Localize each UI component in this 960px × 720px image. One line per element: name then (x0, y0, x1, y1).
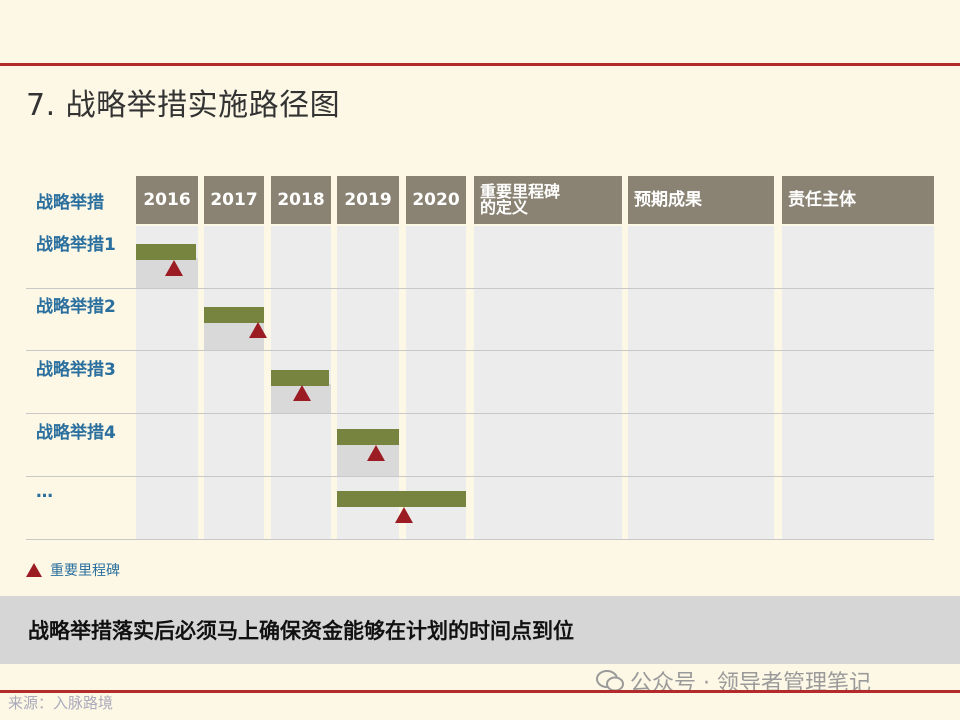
row-label-initiative-1: 战略举措1 (36, 235, 116, 255)
header-milestone-line2: 的定义 (480, 198, 529, 217)
header-owner: 责任主体 (782, 176, 934, 224)
wechat-icon (596, 670, 624, 692)
milestone-triangle-icon (165, 260, 183, 276)
conclusion-text: 战略举措落实后必须马上确保资金能够在计划的时间点到位 (28, 619, 574, 643)
milestone-triangle-icon (249, 322, 267, 338)
timeline-bar-initiative-1 (136, 244, 196, 260)
header-initiatives: 战略举措 (36, 192, 104, 213)
row-divider (26, 350, 934, 351)
row-label-initiative-2: 战略举措2 (36, 297, 116, 317)
roadmap-table: 战略举措 2016 2017 2018 2019 2020 重要里程碑 的定义 … (0, 0, 960, 560)
bottom-rule (0, 690, 960, 693)
timeline-bar-more (337, 491, 466, 507)
row-divider (26, 539, 934, 540)
header-milestone-definition: 重要里程碑 的定义 (474, 176, 622, 224)
row-divider (26, 476, 934, 477)
column-expected-results (628, 226, 774, 540)
legend-label: 重要里程碑 (50, 563, 120, 579)
milestone-triangle-icon (395, 507, 413, 523)
row-divider (26, 288, 934, 289)
source-footer: 来源：入脉路境 (8, 694, 114, 712)
header-year-2019: 2019 (337, 176, 399, 224)
timeline-bar-initiative-4 (337, 429, 399, 445)
timeline-bar-initiative-2 (204, 307, 264, 323)
header-year-2018: 2018 (271, 176, 331, 224)
legend: 重要里程碑 (26, 560, 120, 580)
row-label-initiative-3: 战略举措3 (36, 360, 116, 380)
column-milestone-definition (474, 226, 622, 540)
header-year-2017: 2017 (204, 176, 264, 224)
row-divider (26, 413, 934, 414)
milestone-legend-icon (26, 563, 42, 577)
header-year-2016: 2016 (136, 176, 198, 224)
header-expected-results: 预期成果 (628, 176, 774, 224)
milestone-triangle-icon (367, 445, 385, 461)
row-label-more: … (36, 482, 53, 502)
header-year-2020: 2020 (406, 176, 466, 224)
column-owner (782, 226, 934, 540)
timeline-bar-initiative-3 (271, 370, 329, 386)
column-2017 (204, 226, 264, 540)
row-label-initiative-4: 战略举措4 (36, 423, 116, 443)
milestone-triangle-icon (293, 385, 311, 401)
